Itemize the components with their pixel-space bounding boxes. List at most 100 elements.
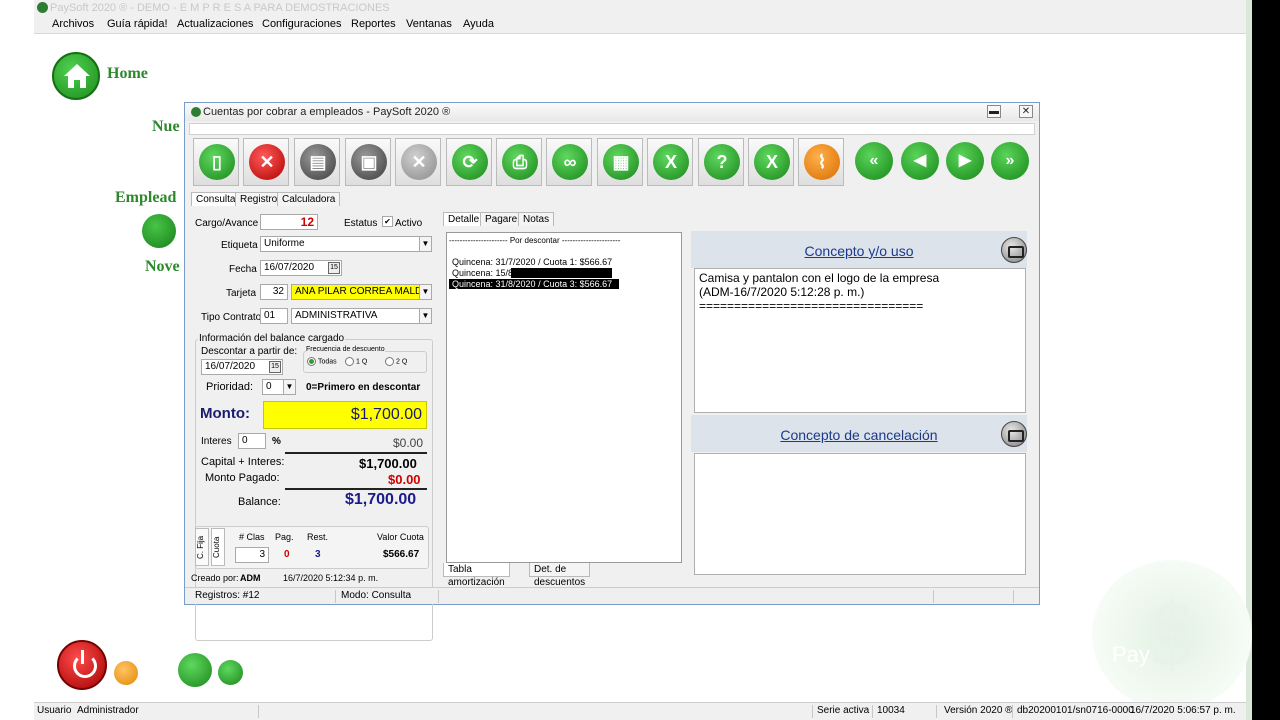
clear-button[interactable]: ⌇ [798, 138, 844, 186]
registros-count: Registros: #12 [195, 590, 260, 601]
minimize-button[interactable]: ▬ [987, 105, 1001, 118]
chevron-down-icon[interactable]: ▼ [419, 285, 431, 299]
menu-reportes[interactable]: Reportes [351, 18, 396, 30]
freq-todas-radio[interactable]: Todas [307, 357, 337, 366]
descontar-field[interactable]: 16/07/2020 15 [201, 359, 283, 375]
power-icon[interactable] [57, 640, 107, 690]
chevron-down-icon[interactable]: ▼ [283, 380, 295, 394]
nav-home[interactable]: Home [107, 65, 148, 83]
copy-button[interactable]: ▤ [294, 138, 340, 186]
cuotas-list[interactable]: ---------------------- Por descontar ---… [446, 232, 682, 563]
tarjeta-name: ANA PILAR CORREA MALDO [295, 286, 431, 297]
menu-ayuda[interactable]: Ayuda [463, 18, 494, 30]
tarjeta-number-field[interactable]: 32 [260, 284, 288, 300]
tipo-code-field[interactable]: 01 [260, 308, 288, 324]
calendar-icon[interactable]: 15 [328, 262, 340, 274]
tab-consulta[interactable]: Consulta [191, 192, 241, 206]
monto-label: Monto: [200, 405, 250, 422]
new-button[interactable]: ▯ [193, 138, 239, 186]
menu-configuraciones[interactable]: Configuraciones [262, 18, 342, 30]
print-button[interactable]: ⎙ [496, 138, 542, 186]
print-icon[interactable] [1001, 237, 1027, 263]
interes-field[interactable]: 0 [238, 433, 266, 449]
monto-field[interactable]: $1,700.00 [263, 401, 427, 429]
menu-ventanas[interactable]: Ventanas [406, 18, 452, 30]
search-button[interactable]: ∞ [546, 138, 592, 186]
tab-det-descuentos[interactable]: Det. de descuentos [529, 563, 591, 588]
help-button[interactable]: ? [698, 138, 744, 186]
tab-pagare[interactable]: Pagare [480, 212, 523, 226]
activo-checkbox[interactable]: ✔ [382, 216, 393, 227]
concepto-textarea[interactable]: Camisa y pantalon con el logo de la empr… [694, 268, 1026, 413]
undo-icon[interactable] [114, 661, 138, 685]
users-icon[interactable] [218, 660, 243, 685]
delete-button[interactable]: ✕ [243, 138, 289, 186]
next-record-icon[interactable]: ▶ [946, 142, 984, 180]
valor-cuota-value: $566.67 [383, 549, 420, 560]
creado-date: 16/7/2020 5:12:34 p. m. [283, 573, 379, 583]
tab-cuota[interactable]: Cuota [211, 528, 225, 566]
list-item[interactable]: Quincena: 15/8/2020 / Cuota 2: $566.67 [452, 268, 613, 278]
tab-notas[interactable]: Notas [518, 212, 555, 226]
valor-cuota-label: Valor Cuota [377, 532, 424, 542]
tab-detalle[interactable]: Detalle [443, 212, 485, 226]
paysoft-logo-icon [37, 2, 48, 13]
tarjeta-name-select[interactable]: ANA PILAR CORREA MALDO ▼ [291, 284, 432, 300]
freq-2q-radio[interactable]: 2 Q [385, 357, 407, 366]
freq-1q-radio[interactable]: 1 Q [345, 357, 367, 366]
cancel-button[interactable]: ✕ [395, 138, 441, 186]
print-icon[interactable] [1001, 421, 1027, 447]
save-button[interactable]: ▣ [345, 138, 391, 186]
print-icon: ⎙ [502, 144, 538, 180]
fecha-value: 16/07/2020 [264, 262, 315, 273]
tipo-contrato-select[interactable]: ADMINISTRATIVA ▼ [291, 308, 432, 324]
clas-field[interactable]: 3 [235, 547, 269, 563]
percent-label: % [272, 436, 281, 447]
paysoft-logo-icon [191, 107, 201, 117]
employee-icon[interactable] [142, 214, 176, 248]
cargo-field[interactable]: 12 [260, 214, 318, 230]
excel-button[interactable]: X [647, 138, 693, 186]
tab-calculadora[interactable]: Calculadora [277, 192, 341, 206]
activo-label: Activo [395, 218, 423, 229]
usuario-value: Administrador [77, 705, 139, 716]
prev-record-icon[interactable]: ◀ [901, 142, 939, 180]
tab-registro[interactable]: Registro [235, 192, 283, 206]
tab-tabla-amortizacion[interactable]: Tabla amortización [443, 563, 510, 588]
calendar-icon[interactable]: 15 [269, 361, 281, 373]
menu-actualizaciones[interactable]: Actualizaciones [177, 18, 253, 30]
refresh-button[interactable]: ⟳ [446, 138, 492, 186]
building-icon[interactable] [178, 653, 212, 687]
db-label: db20200101/sn0716-0000 [1017, 705, 1134, 716]
nav-nuevo[interactable]: Nue [152, 118, 180, 136]
fecha-field[interactable]: 16/07/2020 15 [260, 260, 342, 276]
excel-export-button[interactable]: X [748, 138, 794, 186]
app-title-bar: PaySoft 2020 ® - DEMO - E M P R E S A PA… [34, 0, 1246, 16]
chevron-down-icon[interactable]: ▼ [419, 237, 431, 251]
menu-guia-rapida[interactable]: Guía rápida! [107, 18, 168, 30]
chevron-down-icon[interactable]: ▼ [419, 309, 431, 323]
cancelacion-header: Concepto de cancelación [691, 415, 1027, 452]
etiqueta-select[interactable]: Uniforme ▼ [260, 236, 432, 252]
close-window-button[interactable]: ✕ [1019, 105, 1033, 118]
list-item[interactable]: Quincena: 31/8/2020 / Cuota 3: $566.67 [449, 279, 619, 289]
usuario-label: Usuario [37, 705, 72, 716]
descontar-value: 16/07/2020 [205, 361, 256, 372]
tab-c-fija[interactable]: C. Fija [195, 528, 209, 566]
prioridad-select[interactable]: 0 ▼ [262, 379, 296, 395]
pagado-label: Monto Pagado: [205, 472, 280, 484]
nav-novedades[interactable]: Nove [145, 258, 180, 276]
last-record-icon[interactable]: » [991, 142, 1029, 180]
balance-label: Balance: [238, 496, 281, 508]
menu-archivos[interactable]: Archivos [52, 18, 94, 30]
first-record-icon[interactable]: « [855, 142, 893, 180]
screen-border [1252, 0, 1280, 720]
capital-value: $1,700.00 [359, 456, 417, 471]
excel-icon: X [653, 144, 689, 180]
home-icon[interactable] [52, 52, 100, 100]
cancelacion-textarea[interactable] [694, 453, 1026, 575]
nav-empleados[interactable]: Emplead [115, 189, 176, 207]
calculator-button[interactable]: ▦ [597, 138, 643, 186]
list-item[interactable]: Quincena: 31/7/2020 / Cuota 1: $566.67 [452, 257, 612, 267]
tipo-contrato-label: Tipo Contrato [201, 312, 262, 323]
